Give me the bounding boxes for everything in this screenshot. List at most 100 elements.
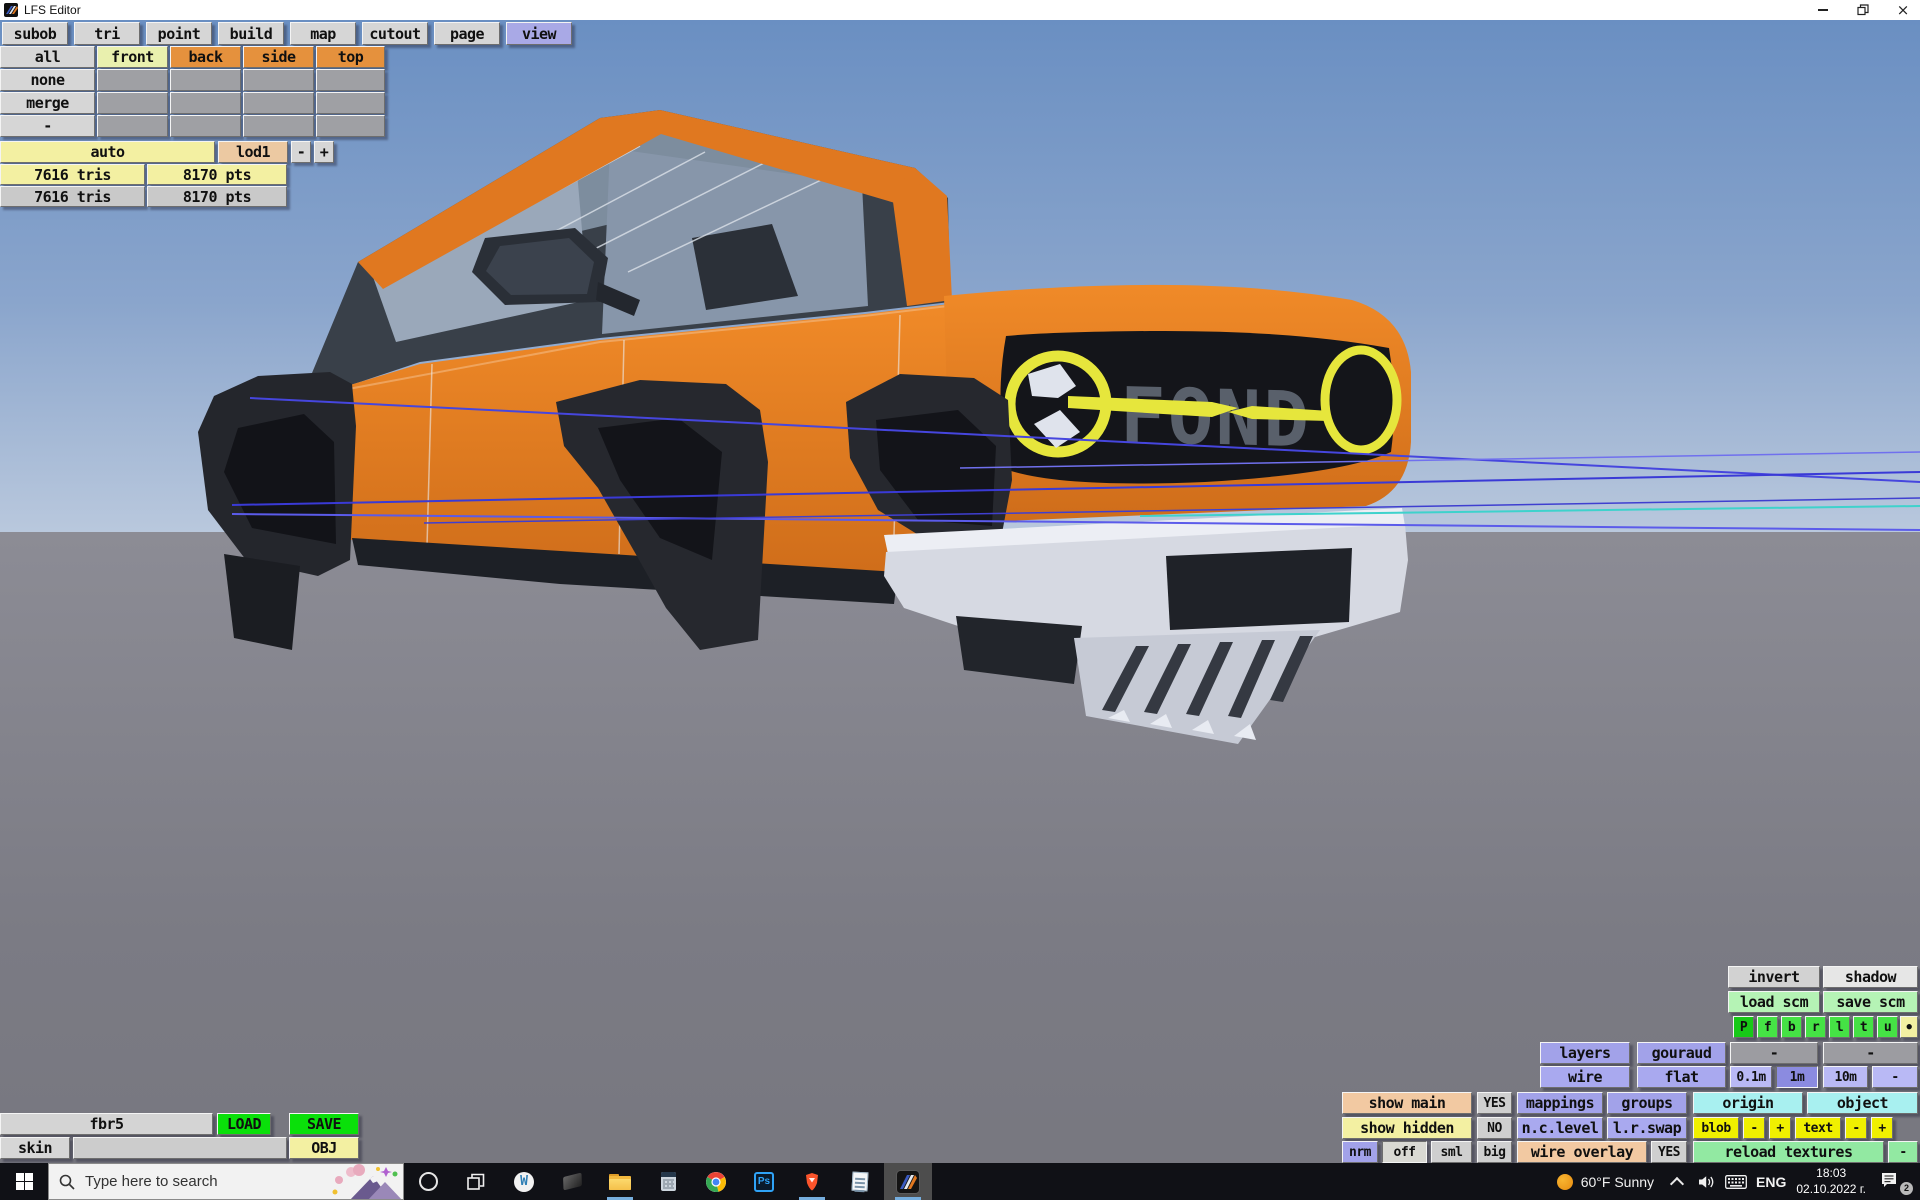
blob-minus-button[interactable]: - (1743, 1117, 1765, 1139)
touch-keyboard-icon[interactable] (1720, 1175, 1752, 1189)
channel-dot-button[interactable]: ● (1900, 1016, 1918, 1038)
taskbar-search[interactable] (48, 1163, 404, 1200)
view-front-button[interactable]: front (97, 46, 168, 68)
show-hidden-no-button[interactable]: NO (1477, 1117, 1512, 1139)
skin-name-field[interactable] (73, 1137, 287, 1159)
language-indicator[interactable]: ENG (1756, 1174, 1786, 1190)
save-scm-button[interactable]: save scm (1823, 991, 1918, 1013)
brave-icon[interactable] (788, 1163, 836, 1200)
menu-map[interactable]: map (290, 22, 356, 45)
text-button[interactable]: text (1795, 1117, 1841, 1139)
view-side-button[interactable]: side (243, 46, 314, 68)
close-button[interactable]: × (1886, 0, 1920, 20)
menu-page[interactable]: page (434, 22, 500, 45)
obj-button[interactable]: OBJ (289, 1137, 359, 1159)
reload-textures-button[interactable]: reload textures (1693, 1141, 1884, 1163)
blob-plus-button[interactable]: + (1769, 1117, 1791, 1139)
nrm-big-button[interactable]: big (1477, 1141, 1512, 1163)
menu-cutout[interactable]: cutout (362, 22, 428, 45)
chrome-icon[interactable] (692, 1163, 740, 1200)
task-view-icon[interactable] (452, 1163, 500, 1200)
viewport-3d[interactable]: FOND (0, 0, 1920, 1200)
layers-button[interactable]: layers (1540, 1042, 1630, 1064)
file-explorer-icon[interactable] (596, 1163, 644, 1200)
empty-cell (97, 69, 168, 91)
save-button[interactable]: SAVE (289, 1113, 359, 1135)
calculator-icon[interactable] (644, 1163, 692, 1200)
dash-button[interactable]: - (0, 115, 95, 137)
channel-t-button[interactable]: t (1853, 1016, 1874, 1038)
taskbar-clock[interactable]: 18:03 02.10.2022 г. (1796, 1166, 1866, 1197)
channel-l-button[interactable]: l (1829, 1016, 1850, 1038)
view-top-button[interactable]: top (316, 46, 385, 68)
grid-10m-button[interactable]: 10m (1823, 1066, 1868, 1088)
menu-build[interactable]: build (218, 22, 284, 45)
channel-u-button[interactable]: u (1877, 1016, 1898, 1038)
notification-center-icon[interactable]: 2 (1880, 1172, 1906, 1192)
menu-subob[interactable]: subob (2, 22, 68, 45)
hidden-icons-chevron[interactable] (1662, 1175, 1692, 1189)
tris-count: 7616 tris (0, 164, 145, 185)
photoshop-icon[interactable]: Ps (740, 1163, 788, 1200)
blob-button[interactable]: blob (1693, 1117, 1739, 1139)
filename-field[interactable]: fbr5 (0, 1113, 213, 1135)
lr-swap-button[interactable]: l.r.swap (1607, 1117, 1687, 1139)
load-button[interactable]: LOAD (217, 1113, 271, 1135)
nrm-sml-button[interactable]: sml (1431, 1141, 1472, 1163)
grid-0.1m-button[interactable]: 0.1m (1730, 1066, 1772, 1088)
tris-count-2: 7616 tris (0, 186, 145, 207)
lod1-button[interactable]: lod1 (218, 141, 288, 163)
notepad-icon[interactable] (836, 1163, 884, 1200)
view-all-button[interactable]: all (0, 46, 95, 68)
start-button[interactable] (0, 1163, 48, 1200)
lod-plus-button[interactable]: + (314, 141, 334, 163)
lod-auto-button[interactable]: auto (0, 141, 215, 163)
load-scm-button[interactable]: load scm (1728, 991, 1820, 1013)
text-minus-button[interactable]: - (1845, 1117, 1867, 1139)
show-hidden-button[interactable]: show hidden (1342, 1117, 1472, 1139)
layers-dash2-button[interactable]: - (1823, 1042, 1918, 1064)
object-button[interactable]: object (1807, 1092, 1918, 1114)
menu-point[interactable]: point (146, 22, 212, 45)
lod-minus-button[interactable]: - (291, 141, 311, 163)
grid-1m-button[interactable]: 1m (1776, 1066, 1818, 1088)
view-back-button[interactable]: back (170, 46, 241, 68)
groups-button[interactable]: groups (1607, 1092, 1687, 1114)
restore-button[interactable] (1846, 0, 1880, 20)
search-input[interactable] (83, 1172, 317, 1191)
channel-f-button[interactable]: f (1757, 1016, 1778, 1038)
channel-p-button[interactable]: P (1733, 1016, 1754, 1038)
channel-r-button[interactable]: r (1805, 1016, 1826, 1038)
shadow-button[interactable]: shadow (1823, 966, 1918, 988)
mappings-button[interactable]: mappings (1517, 1092, 1603, 1114)
w-app-icon[interactable]: W (500, 1163, 548, 1200)
dark-app-icon[interactable] (548, 1163, 596, 1200)
menu-tri[interactable]: tri (74, 22, 140, 45)
wire-overlay-yes-button[interactable]: YES (1651, 1141, 1687, 1163)
gouraud-button[interactable]: gouraud (1637, 1042, 1726, 1064)
grid-dash-button[interactable]: - (1872, 1066, 1918, 1088)
merge-button[interactable]: merge (0, 92, 95, 114)
minimize-button[interactable] (1806, 0, 1840, 20)
invert-button[interactable]: invert (1728, 966, 1820, 988)
layers-dash1-button[interactable]: - (1730, 1042, 1818, 1064)
channel-b-button[interactable]: b (1781, 1016, 1802, 1038)
reload-dash-button[interactable]: - (1888, 1141, 1918, 1163)
nrm-button[interactable]: nrm (1342, 1141, 1378, 1163)
volume-icon[interactable] (1692, 1175, 1720, 1189)
show-main-yes-button[interactable]: YES (1477, 1092, 1512, 1114)
skin-button[interactable]: skin (0, 1137, 70, 1159)
weather-text[interactable]: 60°F Sunny (1581, 1174, 1654, 1190)
wire-button[interactable]: wire (1540, 1066, 1630, 1088)
text-plus-button[interactable]: + (1871, 1117, 1893, 1139)
cortana-icon[interactable] (404, 1163, 452, 1200)
show-main-button[interactable]: show main (1342, 1092, 1472, 1114)
lfs-editor-taskbar-icon[interactable] (884, 1163, 932, 1200)
nrm-off-button[interactable]: off (1382, 1141, 1427, 1163)
origin-button[interactable]: origin (1693, 1092, 1803, 1114)
flat-button[interactable]: flat (1637, 1066, 1726, 1088)
none-button[interactable]: none (0, 69, 95, 91)
menu-view[interactable]: view (506, 22, 572, 45)
nc-level-button[interactable]: n.c.level (1517, 1117, 1603, 1139)
wire-overlay-button[interactable]: wire overlay (1517, 1141, 1647, 1163)
